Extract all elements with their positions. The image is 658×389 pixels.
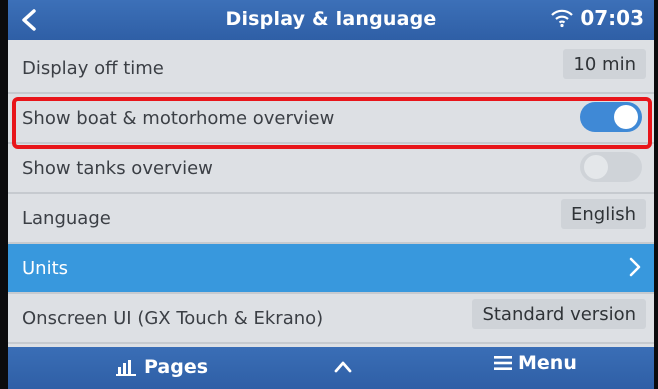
status-area: 07:03 [550, 6, 644, 30]
setting-value: English [561, 199, 646, 229]
toggle-knob [614, 105, 638, 129]
setting-value: Standard version [472, 299, 646, 329]
setting-onscreen-ui[interactable]: Onscreen UI (GX Touch & Ekrano) Standard… [8, 294, 654, 344]
chevron-up-icon[interactable] [332, 357, 354, 377]
setting-language[interactable]: Language English [8, 194, 654, 244]
settings-list: Display off time 10 min Show boat & moto… [8, 44, 654, 344]
setting-display-off-time[interactable]: Display off time 10 min [8, 44, 654, 94]
boat-overview-toggle[interactable] [580, 102, 642, 132]
setting-label: Display off time [22, 57, 164, 79]
setting-label: Units [22, 257, 69, 279]
pages-label: Pages [144, 356, 209, 378]
menu-label: Menu [518, 352, 577, 374]
setting-tanks-overview[interactable]: Show tanks overview [8, 144, 654, 194]
wifi-icon [551, 9, 574, 28]
toggle-knob [584, 155, 608, 179]
setting-label: Show tanks overview [22, 157, 213, 179]
setting-value: 10 min [563, 49, 646, 79]
device-screen: Display & language 07:03 Display off tim… [8, 0, 654, 389]
setting-label: Show boat & motorhome overview [22, 107, 335, 129]
bottom-nav-bar: Pages Menu [8, 347, 654, 389]
setting-units[interactable]: Units [8, 244, 654, 294]
setting-boat-overview[interactable]: Show boat & motorhome overview [8, 94, 654, 144]
bar-chart-icon [116, 360, 136, 376]
chevron-right-icon [629, 257, 641, 277]
hamburger-icon [494, 356, 512, 370]
header-bar: Display & language 07:03 [8, 0, 654, 40]
tanks-overview-toggle[interactable] [580, 152, 642, 182]
menu-button[interactable]: Menu [494, 352, 577, 374]
pages-button[interactable]: Pages [116, 356, 208, 378]
clock-time: 07:03 [580, 6, 644, 30]
setting-label: Language [22, 207, 111, 229]
